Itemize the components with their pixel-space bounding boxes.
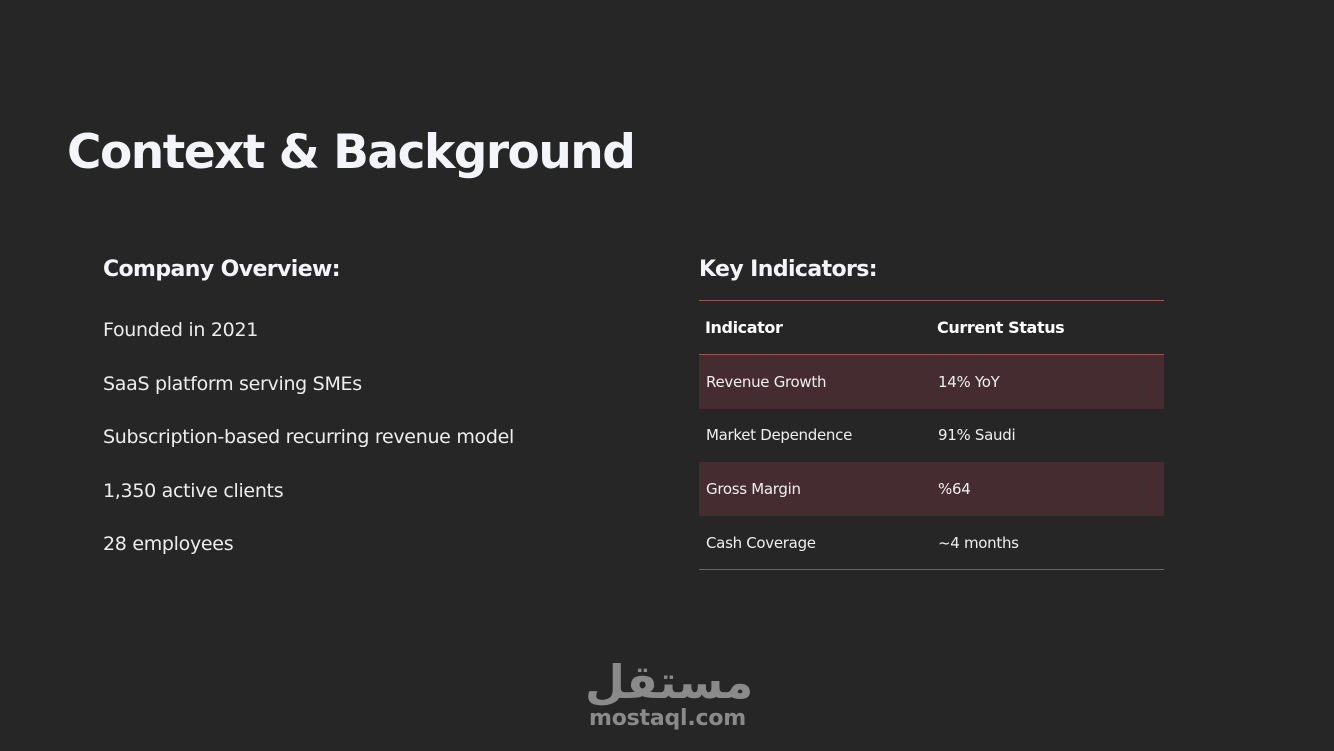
table-row: Revenue Growth 14% YoY	[699, 354, 1164, 409]
key-indicators-heading: Key Indicators:	[699, 257, 878, 282]
company-overview-section: Company Overview: Founded in 2021 SaaS p…	[103, 254, 603, 555]
key-indicators-table: Indicator Current Status Revenue Growth …	[699, 300, 1164, 571]
overview-item-employees: 28 employees	[103, 533, 234, 556]
indicator-cell: Market Dependence	[706, 426, 852, 445]
table-header-row: Indicator Current Status	[699, 300, 1164, 355]
slide-title: Context & Background	[67, 125, 636, 180]
key-indicators-section: Key Indicators: Indicator Current Status…	[699, 254, 1164, 571]
status-cell: %64	[931, 462, 1164, 516]
indicator-cell: Gross Margin	[699, 462, 931, 516]
company-overview-heading: Company Overview:	[103, 257, 341, 282]
overview-item-revenue-model: Subscription-based recurring revenue mod…	[103, 426, 514, 449]
indicator-cell: Revenue Growth	[699, 354, 931, 409]
table-row: Market Dependence 91% Saudi	[699, 409, 1164, 463]
table-row: Cash Coverage ~4 months	[699, 516, 1164, 570]
mostaql-watermark-logo: مستقل mostaql.com	[585, 655, 754, 731]
column-header-current-status: Current Status	[931, 300, 1164, 355]
status-cell: 91% Saudi	[938, 426, 1016, 445]
overview-item-platform: SaaS platform serving SMEs	[103, 372, 362, 395]
overview-item-founded: Founded in 2021	[103, 319, 259, 341]
table-row: Gross Margin %64	[699, 462, 1164, 516]
status-cell: ~4 months	[938, 533, 1019, 552]
column-header-indicator: Indicator	[699, 300, 931, 355]
company-overview-list: Founded in 2021 SaaS platform serving SM…	[103, 314, 514, 582]
watermark-arabic-text: مستقل	[585, 655, 754, 709]
status-cell: 14% YoY	[931, 354, 1164, 409]
overview-item-clients: 1,350 active clients	[103, 479, 284, 502]
indicator-cell: Cash Coverage	[706, 533, 816, 552]
watermark-domain-text: mostaql.com	[588, 706, 747, 731]
